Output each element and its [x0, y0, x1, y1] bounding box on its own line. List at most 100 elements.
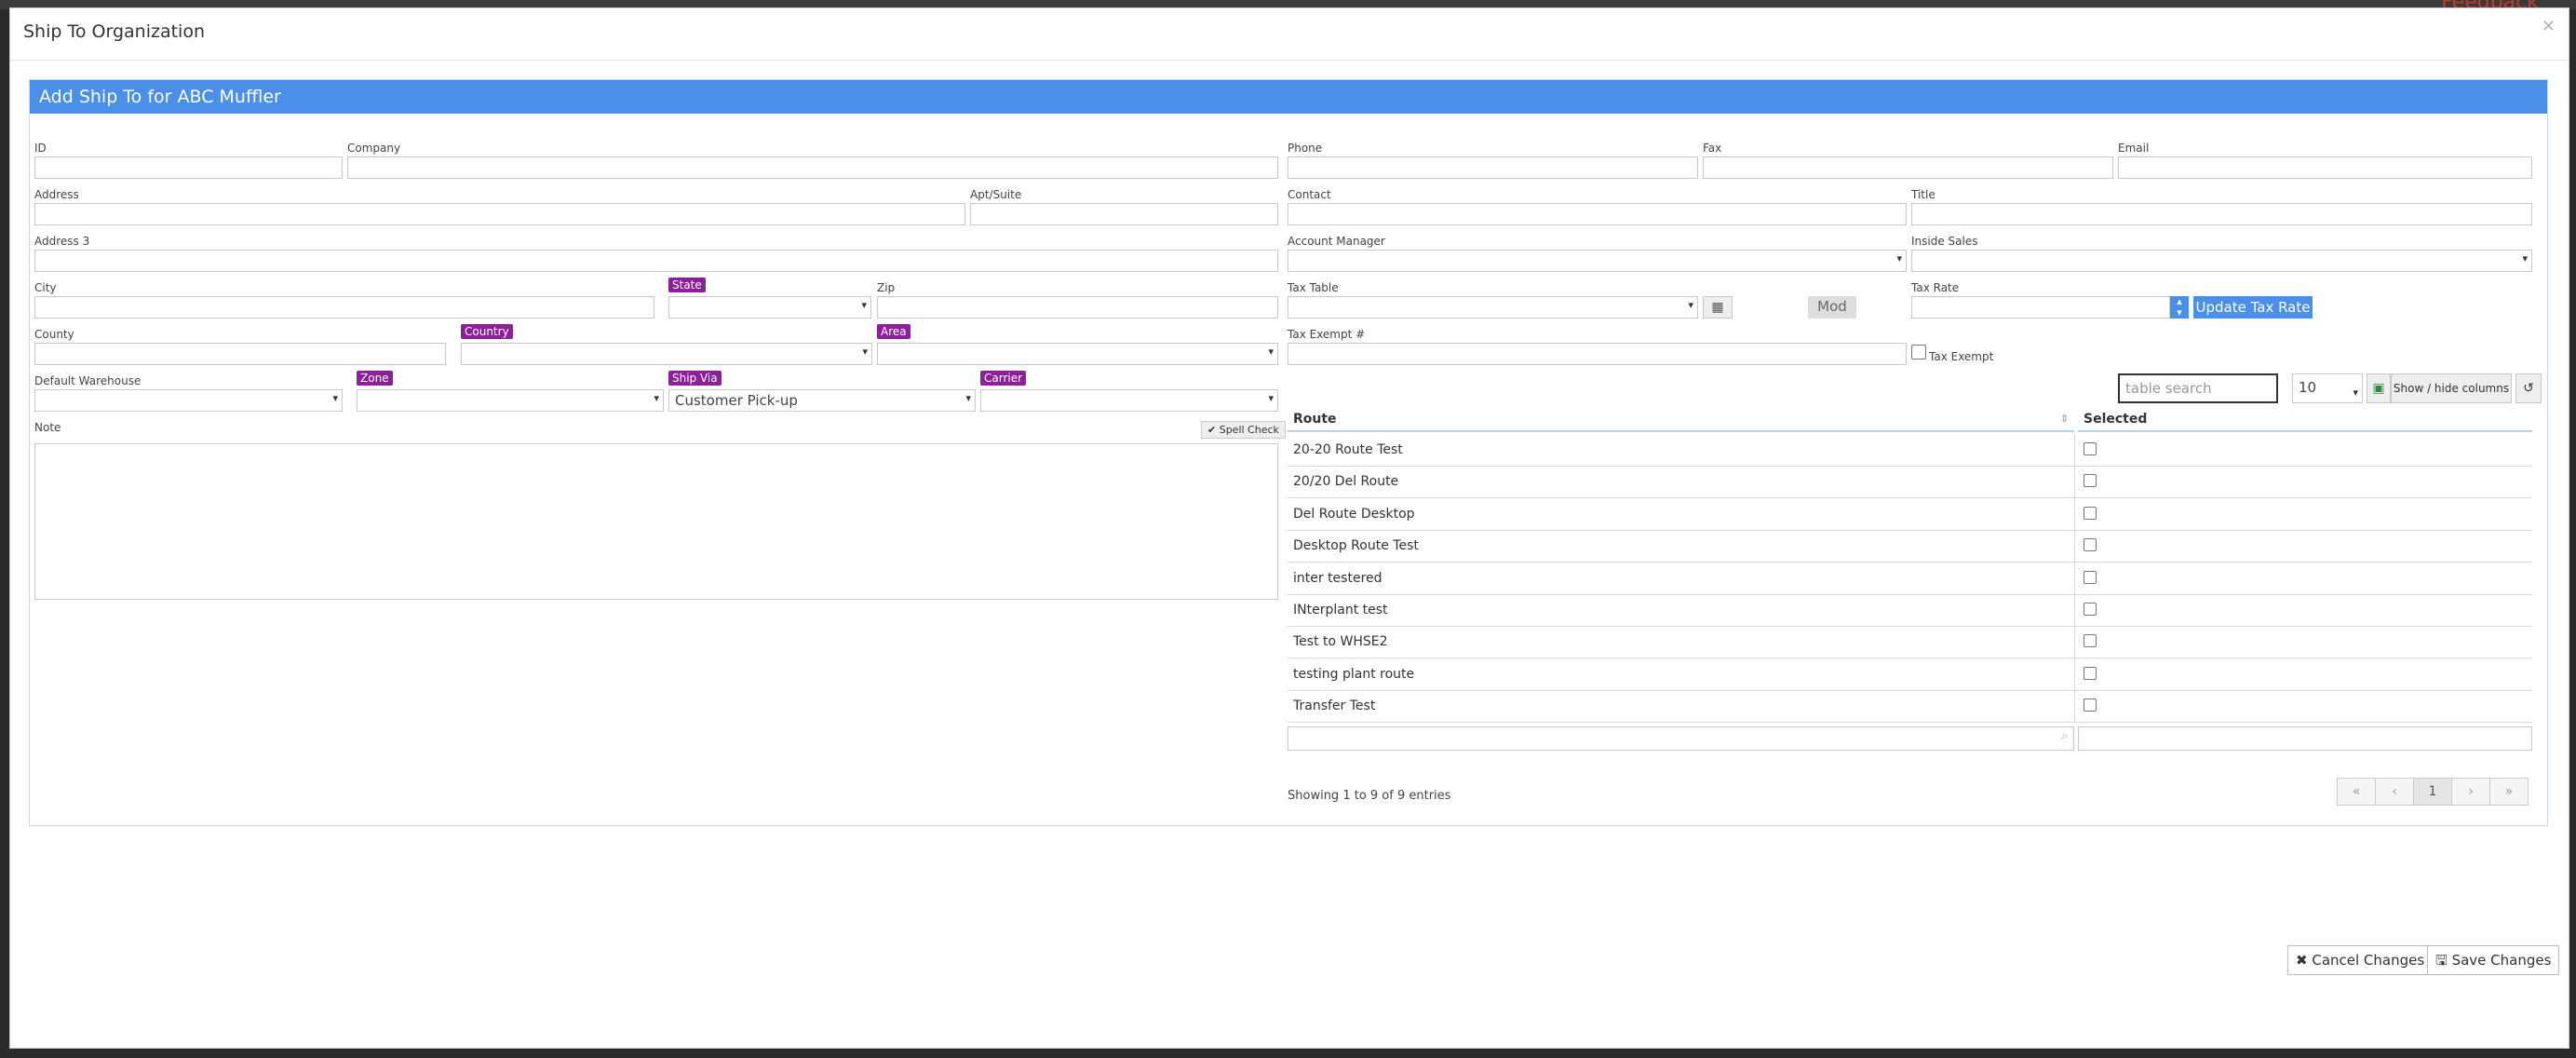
sort-icon: ⇕	[2059, 413, 2069, 425]
route-name: inter testered	[1293, 570, 1382, 586]
table-row: inter testered	[1288, 562, 2532, 595]
tax-rate-stepper[interactable]: ▴ ▾	[2170, 296, 2189, 319]
column-divider	[2074, 497, 2075, 530]
excel-export-icon[interactable]: ▣	[2367, 373, 2391, 403]
contact-label: Contact	[1288, 188, 1331, 201]
tax-table-label: Tax Table	[1288, 281, 1339, 294]
spell-check-button[interactable]: ✔ Spell Check	[1201, 421, 1286, 439]
route-selected-checkbox[interactable]	[2084, 666, 2097, 680]
default-warehouse-select[interactable]: ▾	[34, 389, 343, 412]
mod-button[interactable]: Mod	[1808, 296, 1856, 319]
id-label: ID	[34, 142, 47, 155]
carrier-select[interactable]: ▾	[980, 389, 1278, 412]
apt-suite-input[interactable]	[970, 203, 1278, 225]
chevron-down-icon: ▾	[2353, 387, 2358, 399]
close-icon[interactable]: ×	[2542, 16, 2556, 35]
save-icon: 🖫	[2435, 952, 2452, 969]
fax-input[interactable]	[1703, 156, 2113, 179]
chevron-down-icon: ▾	[1268, 346, 1274, 358]
cancel-changes-button[interactable]: ✖ Cancel Changes	[2287, 945, 2434, 975]
route-selected-checkbox[interactable]	[2084, 634, 2097, 648]
prev-page-button[interactable]: ‹	[2376, 779, 2414, 805]
selected-header-label: Selected	[2084, 412, 2148, 427]
update-tax-rate-button[interactable]: Update Tax Rate	[2193, 296, 2313, 319]
route-selected-checkbox[interactable]	[2084, 474, 2097, 488]
email-input[interactable]	[2118, 156, 2532, 179]
zone-select[interactable]: ▾	[357, 389, 664, 412]
email-label: Email	[2118, 142, 2150, 155]
reset-icon[interactable]: ↺	[2515, 373, 2542, 403]
contact-input[interactable]	[1288, 203, 1907, 225]
address-label: Address	[34, 188, 79, 201]
save-label: Save Changes	[2451, 952, 2552, 969]
table-row: 20-20 Route Test	[1288, 434, 2532, 467]
ship-via-select[interactable]: Customer Pick-up ▾	[668, 389, 976, 412]
note-textarea[interactable]	[34, 443, 1278, 600]
company-input[interactable]	[347, 156, 1278, 179]
account-manager-label: Account Manager	[1288, 235, 1385, 248]
account-manager-select[interactable]: ▾	[1288, 250, 1907, 272]
county-input[interactable]	[34, 343, 446, 365]
inside-sales-select[interactable]: ▾	[1911, 250, 2532, 272]
chevron-down-icon: ▾	[1896, 252, 1902, 264]
tax-exempt-num-input[interactable]	[1288, 343, 1907, 365]
route-selected-checkbox[interactable]	[2084, 570, 2097, 584]
column-divider	[2074, 690, 2075, 723]
column-divider	[2074, 466, 2075, 498]
tax-rate-input[interactable]	[1911, 296, 2170, 319]
column-divider	[2074, 530, 2075, 563]
phone-input[interactable]	[1288, 156, 1698, 179]
route-selected-checkbox[interactable]	[2084, 603, 2097, 616]
modal-title: Ship To Organization	[23, 21, 205, 42]
ship-via-tag: Ship Via	[668, 371, 722, 386]
state-select[interactable]: ▾	[668, 296, 871, 319]
id-input[interactable]	[34, 156, 343, 179]
tax-exempt-checkbox[interactable]	[1911, 345, 1926, 359]
check-icon: ✔	[1207, 424, 1220, 436]
table-row: Test to WHSE2	[1288, 626, 2532, 659]
last-page-button[interactable]: »	[2490, 779, 2528, 805]
table-search-input[interactable]: table search	[2118, 373, 2278, 403]
zip-input[interactable]	[877, 296, 1278, 319]
route-name: testing plant route	[1293, 666, 1415, 682]
route-selected-checkbox[interactable]	[2084, 442, 2097, 455]
route-selected-checkbox[interactable]	[2084, 699, 2097, 712]
title-input[interactable]	[1911, 203, 2532, 225]
tax-table-select[interactable]: ▾	[1288, 296, 1698, 319]
address3-label: Address 3	[34, 235, 90, 248]
page-size-select[interactable]: 10 ▾	[2292, 373, 2363, 403]
address3-input[interactable]	[34, 250, 1278, 272]
state-tag: State	[668, 278, 706, 292]
address-input[interactable]	[34, 203, 965, 225]
chevron-down-icon: ▾	[2522, 252, 2528, 264]
first-page-button[interactable]: «	[2338, 779, 2376, 805]
default-warehouse-label: Default Warehouse	[34, 374, 142, 387]
city-input[interactable]	[34, 296, 654, 319]
table-info: Showing 1 to 9 of 9 entries	[1288, 789, 1451, 803]
selected-column-header[interactable]: Selected	[2078, 408, 2532, 432]
page-1-button[interactable]: 1	[2414, 779, 2452, 805]
cancel-label: Cancel Changes	[2312, 952, 2425, 969]
zone-tag: Zone	[357, 371, 393, 386]
route-filter-input[interactable]: ⌕	[1288, 726, 2074, 751]
next-page-button[interactable]: ›	[2452, 779, 2490, 805]
save-changes-button[interactable]: 🖫 Save Changes	[2427, 945, 2560, 975]
chevron-down-icon: ▾	[1268, 392, 1274, 404]
country-select[interactable]: ▾	[461, 343, 872, 365]
selected-filter-input[interactable]	[2078, 726, 2532, 751]
show-hide-columns-button[interactable]: Show / hide columns	[2391, 373, 2512, 403]
ship-to-modal: Ship To Organization × Add Ship To for A…	[9, 7, 2569, 1049]
city-label: City	[34, 281, 57, 294]
table-row: Desktop Route Test	[1288, 530, 2532, 563]
route-name: Transfer Test	[1293, 699, 1376, 714]
apt-suite-label: Apt/Suite	[970, 188, 1022, 201]
route-name: 20-20 Route Test	[1293, 442, 1403, 457]
title-label: Title	[1911, 188, 1935, 201]
table-grid-icon[interactable]: ▦	[1703, 296, 1733, 319]
area-select[interactable]: ▾	[877, 343, 1278, 365]
route-selected-checkbox[interactable]	[2084, 538, 2097, 552]
route-column-header[interactable]: Route ⇕	[1288, 408, 2074, 432]
route-header-label: Route	[1293, 412, 1337, 427]
route-selected-checkbox[interactable]	[2084, 506, 2097, 520]
chevron-down-icon: ▾	[965, 392, 971, 404]
